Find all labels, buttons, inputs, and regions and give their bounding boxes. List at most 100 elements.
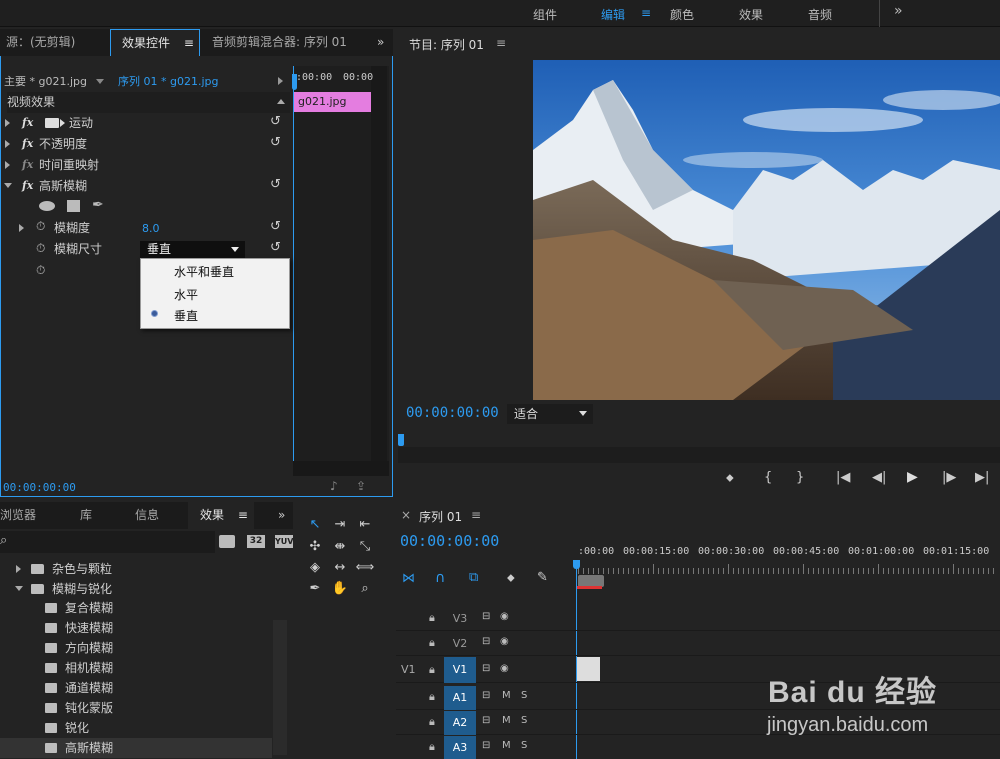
- track-target-a3[interactable]: A3: [444, 736, 476, 759]
- lock-icon[interactable]: 🔒︎: [429, 740, 435, 754]
- yuv-effects-icon[interactable]: YUV: [275, 535, 293, 548]
- 32bit-effects-icon[interactable]: 32: [247, 535, 265, 548]
- tab-media-browser[interactable]: 浏览器: [0, 502, 36, 529]
- effect-item[interactable]: 方向模糊: [45, 638, 113, 658]
- sync-lock-icon[interactable]: ⊟: [482, 715, 490, 726]
- sync-lock-icon[interactable]: ⊟: [482, 663, 490, 674]
- fx-motion-icon[interactable]: fx: [22, 116, 33, 129]
- program-playhead-icon[interactable]: [398, 434, 404, 446]
- lock-icon[interactable]: 🔒︎: [429, 690, 435, 704]
- step-back-icon[interactable]: ◀|: [872, 470, 886, 485]
- accelerated-effects-icon[interactable]: [219, 535, 235, 548]
- effect-item[interactable]: 相机模糊: [45, 658, 113, 678]
- lock-icon[interactable]: 🔒︎: [429, 611, 435, 625]
- effects-menu-icon[interactable]: ≡: [238, 508, 248, 522]
- wrench-settings-icon[interactable]: ✎: [537, 570, 548, 585]
- effect-timeline-scroll[interactable]: [371, 66, 387, 476]
- eye-icon[interactable]: ◉: [500, 611, 509, 622]
- play-icon[interactable]: ▶: [907, 469, 918, 485]
- effect-item[interactable]: 钝化蒙版: [45, 698, 113, 718]
- track-target-a1[interactable]: A1: [444, 686, 476, 710]
- selection-tool-icon[interactable]: ↖: [304, 516, 326, 534]
- effect-item[interactable]: 复合模糊: [45, 598, 113, 618]
- more-workspaces-icon[interactable]: »: [894, 3, 903, 19]
- sequence-tab-label[interactable]: 序列 01: [419, 508, 462, 525]
- option-horizontal-vertical[interactable]: 水平和垂直: [174, 263, 234, 280]
- zoom-tool-icon[interactable]: ⌕: [354, 580, 376, 598]
- go-to-out-icon[interactable]: ▶|: [975, 470, 989, 485]
- source-patch-v1[interactable]: V1: [401, 663, 416, 676]
- timeline-ruler-ticks[interactable]: [578, 562, 1000, 574]
- close-sequence-icon[interactable]: ×: [401, 508, 411, 522]
- timeline-marker-icon[interactable]: ⬥: [507, 571, 515, 585]
- snap-icon[interactable]: ∩: [435, 570, 445, 586]
- razor-tool-icon[interactable]: ◈: [304, 559, 326, 577]
- lock-icon[interactable]: 🔒︎: [429, 715, 435, 729]
- timeline-timecode[interactable]: 00:00:00:00: [400, 532, 499, 550]
- tab-info[interactable]: 信息: [135, 502, 159, 529]
- play-clip-icon[interactable]: [278, 77, 283, 85]
- dimension-chevron-icon[interactable]: [231, 247, 239, 252]
- slip-tool-icon[interactable]: ↔: [329, 559, 351, 577]
- solo-a3-button[interactable]: S: [521, 740, 527, 751]
- timeline-playhead-handle[interactable]: [573, 560, 580, 569]
- sync-lock-icon[interactable]: ⊟: [482, 740, 490, 751]
- solo-a2-button[interactable]: S: [521, 715, 527, 726]
- ripple-edit-tool-icon[interactable]: ✣: [304, 538, 326, 556]
- linked-selection-icon[interactable]: ⧉: [469, 570, 478, 585]
- reset-gaussian-icon[interactable]: ↺: [270, 177, 281, 192]
- blurriness-value[interactable]: 8.0: [142, 218, 160, 239]
- program-timecode[interactable]: 00:00:00:00: [406, 405, 499, 421]
- rate-stretch-tool-icon[interactable]: ⤡: [354, 538, 376, 556]
- track-select-tool-icon[interactable]: ⇥: [329, 516, 351, 534]
- sync-lock-icon[interactable]: ⊟: [482, 690, 490, 701]
- reset-blurriness-icon[interactable]: ↺: [270, 219, 281, 234]
- workspace-menu-icon[interactable]: ≡: [641, 6, 651, 20]
- panel-menu-icon[interactable]: ≡: [184, 36, 194, 50]
- effect-item[interactable]: 快速模糊: [45, 618, 113, 638]
- sequence-menu-icon[interactable]: ≡: [471, 508, 481, 522]
- slide-tool-icon[interactable]: ⟺: [354, 559, 376, 577]
- reset-motion-icon[interactable]: ↺: [270, 114, 281, 129]
- program-zoom-bar[interactable]: [398, 447, 1000, 463]
- tab-audio-clip-mixer[interactable]: 音频剪辑混合器: 序列 01: [212, 29, 347, 56]
- effects-tabs-overflow-icon[interactable]: »: [278, 502, 285, 529]
- ec-timecode[interactable]: 00:00:00:00: [3, 481, 76, 494]
- fx-gaussian-icon[interactable]: fx: [22, 179, 33, 192]
- effect-item[interactable]: 通道模糊: [45, 678, 113, 698]
- expand-blurriness-icon[interactable]: [19, 224, 24, 232]
- ec-playhead-handle[interactable]: [292, 74, 297, 90]
- workspace-editing[interactable]: 编辑: [601, 6, 625, 23]
- zoom-chevron-icon[interactable]: [579, 411, 587, 416]
- track-target-v1[interactable]: V1: [444, 657, 476, 683]
- filter-audio-icon[interactable]: ♪: [330, 479, 338, 493]
- lock-icon[interactable]: 🔒︎: [429, 636, 435, 650]
- program-menu-icon[interactable]: ≡: [496, 36, 506, 50]
- option-vertical[interactable]: 垂直: [174, 307, 198, 324]
- mark-in-icon[interactable]: {: [764, 470, 772, 485]
- workspace-effects[interactable]: 效果: [739, 6, 763, 23]
- collapse-up-icon[interactable]: [277, 99, 285, 104]
- expand-noise-folder-icon[interactable]: [16, 565, 21, 573]
- add-marker-icon[interactable]: ⬥: [726, 471, 734, 485]
- mute-a1-button[interactable]: M: [502, 690, 511, 701]
- folder-blur-sharpen[interactable]: 模糊与锐化: [31, 579, 112, 599]
- rectangle-mask-icon[interactable]: [67, 200, 80, 212]
- lock-icon[interactable]: 🔒︎: [429, 663, 435, 677]
- track-target-a2[interactable]: A2: [444, 711, 476, 735]
- sync-lock-icon[interactable]: ⊟: [482, 636, 490, 647]
- fx-opacity-icon[interactable]: fx: [22, 137, 33, 150]
- expand-time-remap-icon[interactable]: [5, 161, 10, 169]
- go-to-in-icon[interactable]: |◀: [836, 470, 850, 485]
- eye-icon[interactable]: ◉: [500, 636, 509, 647]
- motion-transform-icon[interactable]: [45, 118, 59, 128]
- ellipse-mask-icon[interactable]: [39, 201, 55, 211]
- tab-source[interactable]: 源：(无剪辑): [6, 29, 75, 56]
- expand-motion-icon[interactable]: [5, 119, 10, 127]
- ec-clip-bar[interactable]: g021.jpg: [294, 92, 371, 112]
- stopwatch-blurriness-icon[interactable]: ⏱: [36, 219, 45, 234]
- rolling-edit-tool-icon[interactable]: ⇼: [329, 538, 351, 556]
- hand-tool-icon[interactable]: ✋: [329, 580, 351, 598]
- tabs-overflow-icon[interactable]: »: [377, 29, 384, 56]
- pen-mask-icon[interactable]: ✒: [92, 197, 104, 213]
